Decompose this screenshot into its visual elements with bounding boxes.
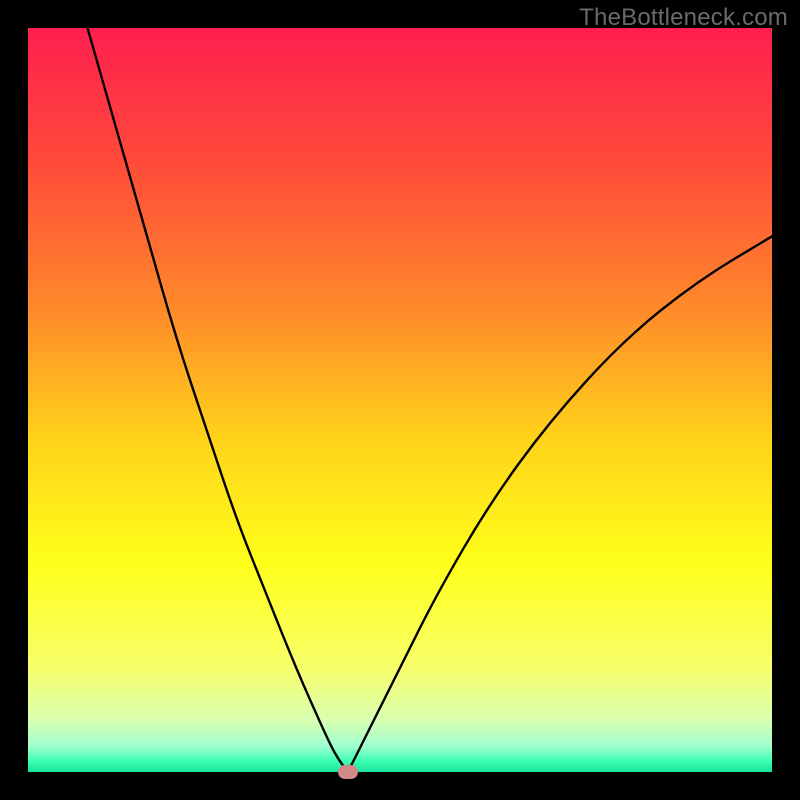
watermark-text: TheBottleneck.com	[579, 4, 788, 32]
plot-area	[28, 28, 772, 772]
chart-container: TheBottleneck.com	[0, 0, 800, 800]
bottleneck-curve	[28, 28, 772, 772]
minimum-marker	[338, 765, 358, 779]
